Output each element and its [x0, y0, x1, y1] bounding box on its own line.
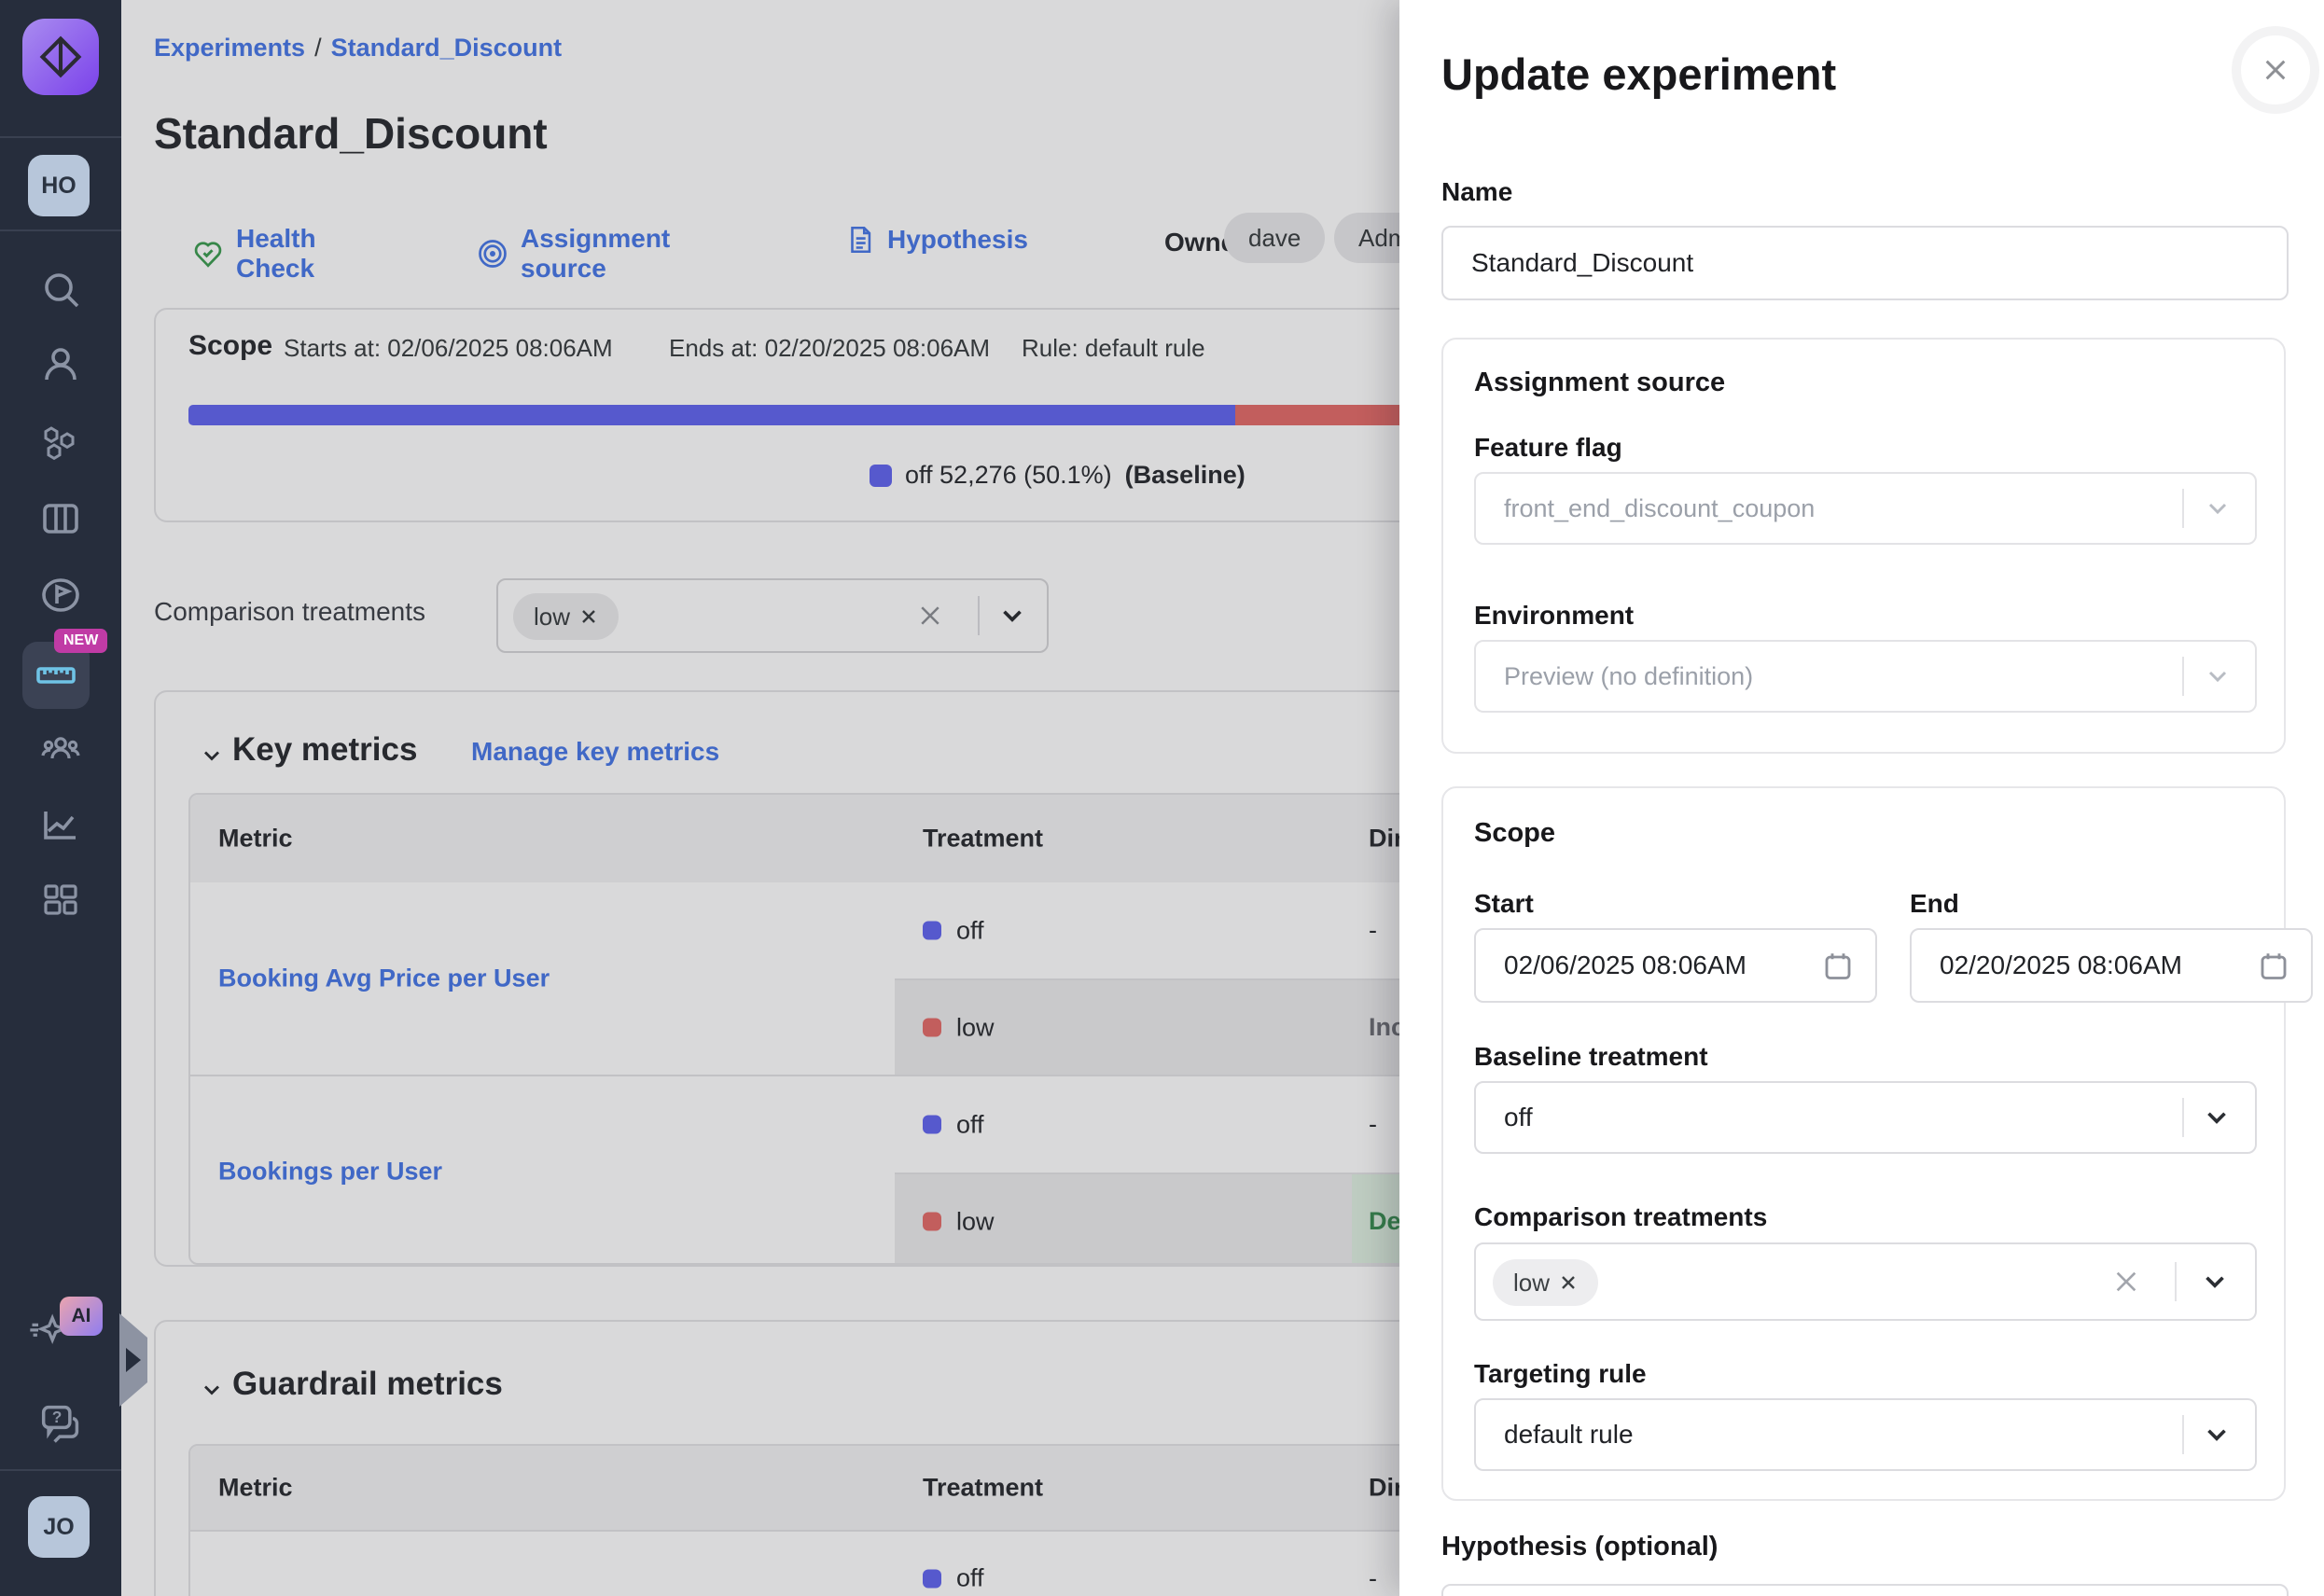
ai-badge: AI — [60, 1297, 103, 1336]
expand-arrow-icon — [126, 1348, 141, 1372]
environment-select[interactable]: Preview (no definition) — [1474, 640, 2257, 713]
workspace-avatar[interactable]: HO — [28, 155, 90, 216]
app-window: Experiments/Standard_Discount Standard_D… — [0, 0, 2324, 1596]
chevron-down-icon[interactable] — [2203, 493, 2233, 523]
calendar-icon[interactable] — [2257, 949, 2290, 982]
panel-title: Update experiment — [1441, 49, 1836, 100]
flag-circle-icon[interactable] — [38, 573, 83, 618]
baseline-treatment-label: Baseline treatment — [1474, 1042, 1708, 1072]
clear-selection-icon[interactable] — [2111, 1267, 2141, 1297]
chevron-down-icon[interactable] — [2199, 1266, 2231, 1298]
start-date-input[interactable]: 02/06/2025 08:06AM — [1474, 928, 1877, 1003]
feature-flag-value: front_end_discount_coupon — [1504, 494, 1815, 523]
columns-icon[interactable] — [38, 496, 83, 541]
calendar-icon[interactable] — [1821, 949, 1855, 982]
hexagons-icon[interactable] — [38, 421, 83, 465]
sidebar-divider — [0, 1469, 121, 1471]
environment-value: Preview (no definition) — [1504, 662, 1753, 691]
start-date-value: 02/06/2025 08:06AM — [1504, 951, 1746, 980]
user-icon[interactable] — [38, 342, 83, 387]
feature-flag-select[interactable]: front_end_discount_coupon — [1474, 472, 2257, 545]
svg-text:?: ? — [52, 1408, 63, 1426]
help-chat-icon[interactable]: ? — [35, 1399, 80, 1444]
environment-label: Environment — [1474, 601, 1634, 631]
close-icon — [2261, 55, 2290, 85]
targeting-rule-value: default rule — [1504, 1420, 1634, 1450]
chevron-down-icon[interactable] — [2201, 1419, 2233, 1450]
update-experiment-panel: Update experiment Name Standard_Discount… — [1399, 0, 2324, 1596]
app-logo[interactable] — [22, 19, 99, 95]
assignment-source-group: Assignment source Feature flag front_end… — [1441, 338, 2286, 754]
treatment-chip-low[interactable]: low — [1493, 1259, 1598, 1306]
baseline-treatment-select[interactable]: off — [1474, 1081, 2257, 1154]
scope-heading: Scope — [1474, 818, 1555, 849]
end-label: End — [1910, 889, 1959, 919]
comparison-treatments-label: Comparison treatments — [1474, 1202, 1767, 1232]
line-chart-icon[interactable] — [38, 802, 83, 847]
select-divider — [2175, 1262, 2177, 1301]
comparison-treatments-multiselect[interactable]: low — [1474, 1242, 2257, 1321]
baseline-treatment-value: off — [1504, 1103, 1533, 1132]
ruler-icon — [34, 653, 78, 698]
people-group-icon[interactable] — [38, 727, 83, 771]
select-divider — [2182, 1098, 2184, 1137]
end-date-input[interactable]: 02/20/2025 08:06AM — [1910, 928, 2313, 1003]
sidebar-divider — [0, 229, 121, 231]
select-divider — [2182, 1415, 2184, 1454]
select-divider — [2182, 657, 2184, 696]
name-input-value: Standard_Discount — [1471, 248, 1693, 278]
start-label: Start — [1474, 889, 1534, 919]
name-label: Name — [1441, 177, 1512, 207]
close-panel-button[interactable] — [2232, 26, 2319, 114]
chevron-down-icon[interactable] — [2201, 1102, 2233, 1133]
user-avatar[interactable]: JO — [28, 1496, 90, 1558]
hypothesis-textarea[interactable] — [1441, 1584, 2289, 1596]
chip-remove-icon[interactable] — [1559, 1273, 1578, 1292]
targeting-rule-label: Targeting rule — [1474, 1359, 1647, 1389]
end-date-value: 02/20/2025 08:06AM — [1940, 951, 2182, 980]
scope-group: Scope Start End 02/06/2025 08:06AM 02/20… — [1441, 786, 2286, 1501]
dashboard-grid-icon[interactable] — [38, 878, 83, 923]
treatment-chip-label: low — [1513, 1269, 1550, 1298]
assignment-source-heading: Assignment source — [1474, 368, 1725, 398]
sidebar-divider — [0, 136, 121, 138]
hypothesis-optional-label: Hypothesis (optional) — [1441, 1532, 1718, 1562]
feature-flag-label: Feature flag — [1474, 433, 1622, 463]
new-badge: NEW — [54, 629, 107, 653]
sidebar: HO — [0, 0, 121, 1596]
search-icon[interactable] — [38, 267, 83, 312]
name-input[interactable]: Standard_Discount — [1441, 226, 2289, 300]
targeting-rule-select[interactable]: default rule — [1474, 1398, 2257, 1471]
chevron-down-icon[interactable] — [2203, 661, 2233, 691]
select-divider — [2182, 489, 2184, 528]
